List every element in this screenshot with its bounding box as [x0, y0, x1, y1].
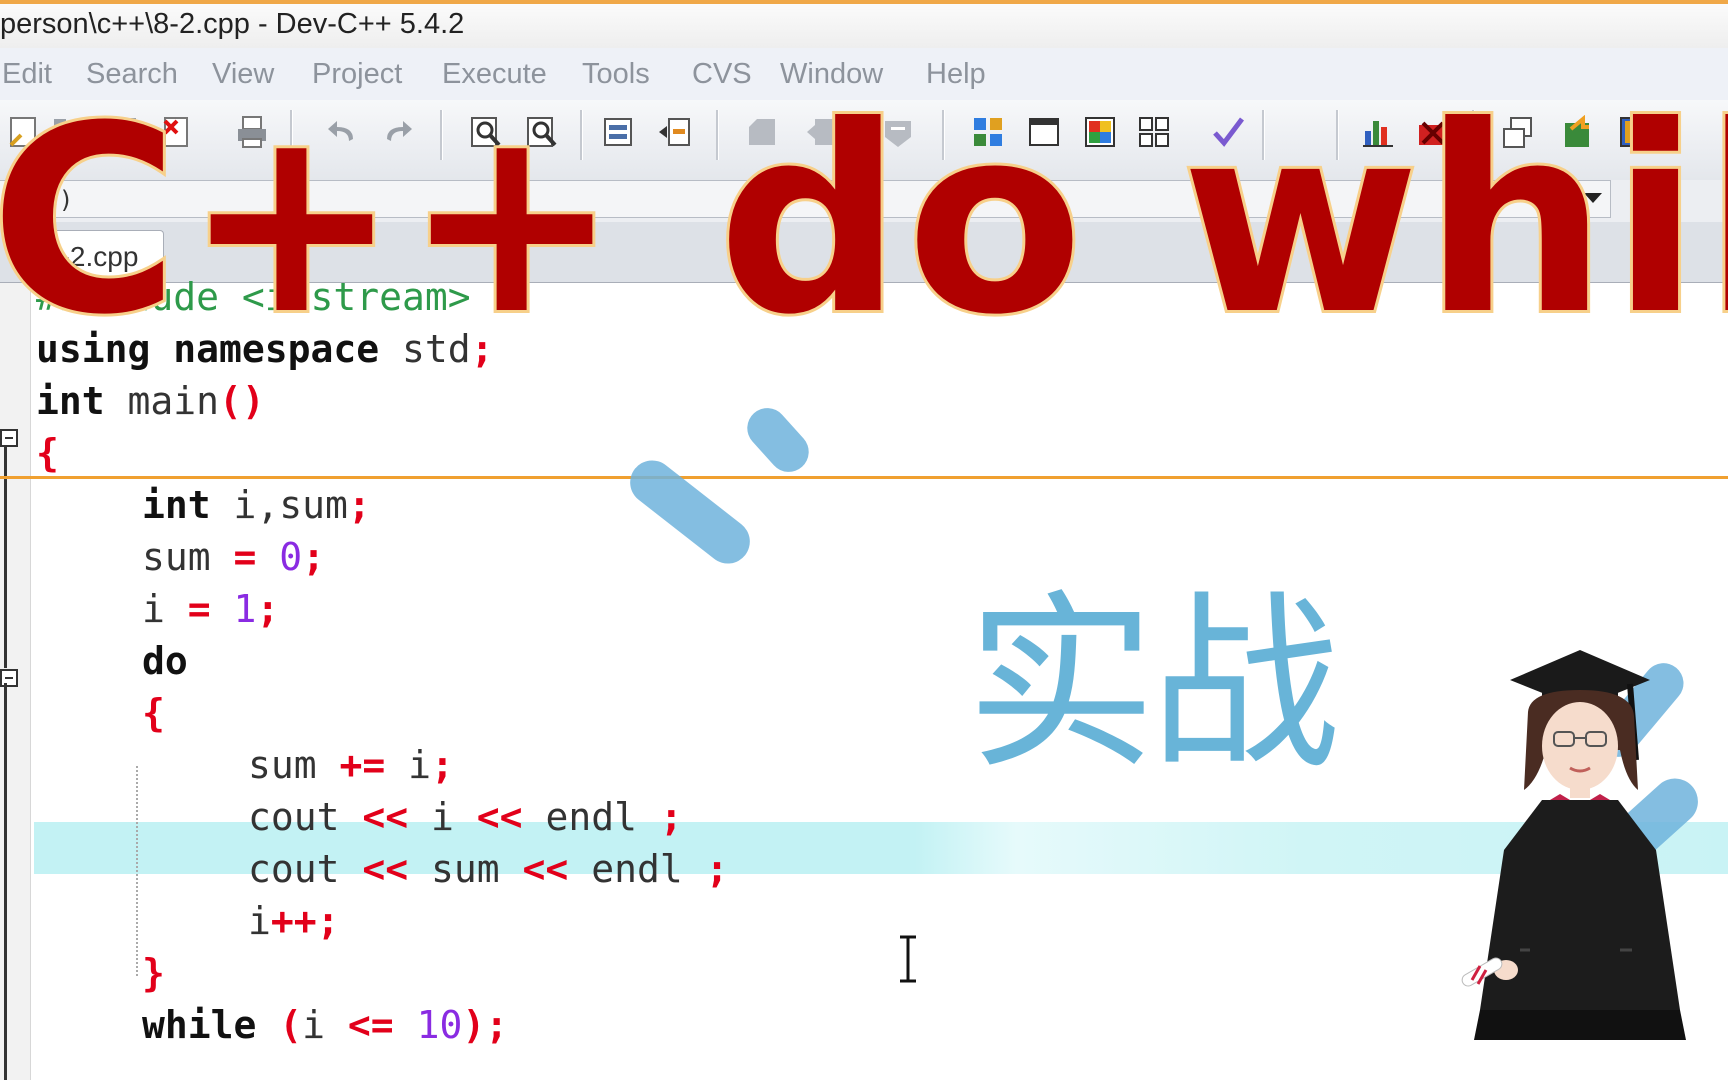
code-line-5: int i,sum;	[142, 483, 371, 527]
title-bar: person\c++\8-2.cpp - Dev-C++ 5.4.2	[0, 0, 1728, 48]
code-line-13: i++;	[248, 899, 340, 943]
code-line-11: cout << i << endl ;	[248, 795, 683, 839]
window-title: person\c++\8-2.cpp - Dev-C++ 5.4.2	[0, 8, 465, 40]
fold-toggle-main[interactable]	[0, 429, 18, 447]
graduate-avatar	[1461, 650, 1686, 1040]
text-cursor-icon	[900, 935, 916, 983]
editor-gutter	[0, 283, 31, 1080]
code-line-9: {	[142, 691, 165, 735]
screen: person\c++\8-2.cpp - Dev-C++ 5.4.2 Edit …	[0, 0, 1728, 1080]
code-line-10: sum += i;	[248, 743, 454, 787]
video-subtitle: 实战	[966, 574, 1340, 795]
video-title: C++ do while	[0, 71, 1728, 371]
divider-line	[0, 476, 1728, 479]
code-line-3: int main()	[36, 379, 265, 423]
code-line-15: while (i <= 10);	[142, 1003, 509, 1047]
fold-toggle-do[interactable]	[0, 669, 18, 687]
code-line-8: do	[142, 639, 188, 683]
fold-guide	[4, 438, 7, 668]
code-line-4: {	[36, 431, 59, 475]
fold-guide	[4, 683, 7, 1080]
scope-guide	[136, 766, 138, 976]
code-line-12: cout << sum << endl ;	[248, 847, 729, 891]
code-line-14: }	[142, 951, 165, 995]
code-line-7: i = 1;	[142, 587, 280, 631]
code-line-6: sum = 0;	[142, 535, 326, 579]
